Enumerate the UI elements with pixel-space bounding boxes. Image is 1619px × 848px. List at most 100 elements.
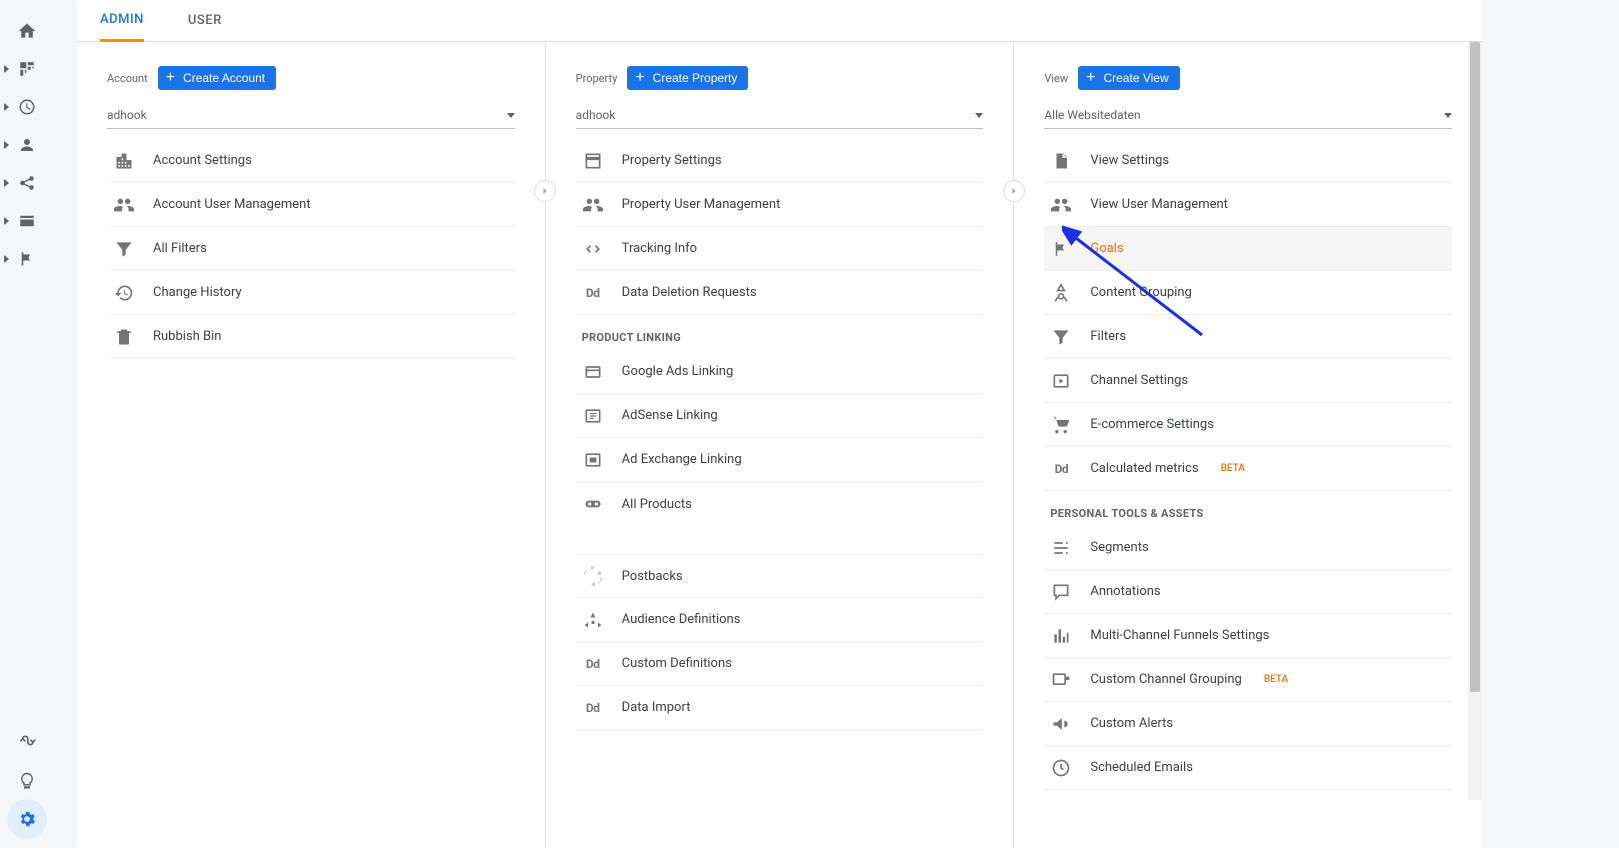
item-custom-channel-grouping[interactable]: Custom Channel Grouping BETA <box>1044 658 1452 702</box>
item-ad-exchange[interactable]: Ad Exchange Linking <box>576 438 984 482</box>
transfer-arrow-2[interactable] <box>1003 180 1025 202</box>
nav-discover[interactable] <box>0 762 53 800</box>
property-selector[interactable]: adhook <box>576 102 984 129</box>
tab-admin[interactable]: ADMIN <box>100 1 144 42</box>
create-view-button[interactable]: + Create View <box>1078 66 1180 90</box>
share-icon <box>18 174 36 192</box>
item-label: Annotations <box>1090 584 1160 599</box>
view-selector[interactable]: Alle Websitedaten <box>1044 102 1452 129</box>
attribution-icon <box>17 733 37 753</box>
item-goals[interactable]: Goals <box>1044 227 1452 271</box>
item-content-grouping[interactable]: Content Grouping <box>1044 271 1452 315</box>
item-all-products[interactable]: All Products <box>576 482 984 526</box>
item-view-settings[interactable]: View Settings <box>1044 139 1452 183</box>
item-account-settings[interactable]: Account Settings <box>107 139 515 183</box>
nav-realtime[interactable] <box>0 88 53 126</box>
scrollbar[interactable] <box>1468 42 1482 800</box>
arrow-right-icon <box>539 185 551 197</box>
item-google-ads[interactable]: Google Ads Linking <box>576 350 984 394</box>
item-scheduled-emails[interactable]: Scheduled Emails <box>1044 746 1452 790</box>
item-audience-def[interactable]: Audience Definitions <box>576 598 984 642</box>
nav-acquisition[interactable] <box>0 164 53 202</box>
item-label: Data Deletion Requests <box>622 285 757 300</box>
view-selector-value: Alle Websitedaten <box>1044 108 1140 122</box>
item-label: Postbacks <box>622 569 683 584</box>
create-account-button[interactable]: + Create Account <box>158 66 276 90</box>
dashboard-icon <box>18 60 36 78</box>
item-change-history[interactable]: Change History <box>107 271 515 315</box>
people-icon <box>1050 194 1072 216</box>
nav-audience[interactable] <box>0 126 53 164</box>
item-label: AdSense Linking <box>622 408 718 423</box>
item-label: Content Grouping <box>1090 285 1192 300</box>
main-panel: ADMIN USER Account + Create Account adho… <box>77 0 1482 848</box>
item-custom-alerts[interactable]: Custom Alerts <box>1044 702 1452 746</box>
item-tracking-info[interactable]: Tracking Info <box>576 227 984 271</box>
filter-icon <box>113 238 135 260</box>
item-annotations[interactable]: Annotations <box>1044 570 1452 614</box>
postbacks-icon <box>582 565 604 587</box>
code-icon <box>582 238 604 260</box>
col-label-view: View <box>1044 72 1068 85</box>
item-label: Scheduled Emails <box>1090 760 1193 775</box>
item-property-settings[interactable]: Property Settings <box>576 139 984 183</box>
people-icon <box>113 194 135 216</box>
item-ecommerce[interactable]: E-commerce Settings <box>1044 403 1452 447</box>
item-property-user[interactable]: Property User Management <box>576 183 984 227</box>
dd-icon: Dd <box>1050 458 1072 480</box>
item-rubbish-bin[interactable]: Rubbish Bin <box>107 315 515 359</box>
account-selector[interactable]: adhook <box>107 102 515 129</box>
nav-behavior[interactable] <box>0 202 53 240</box>
nav-attribution[interactable] <box>0 724 53 762</box>
item-segments[interactable]: Segments <box>1044 526 1452 570</box>
page-icon <box>582 150 604 172</box>
caret-down-icon <box>507 113 515 118</box>
item-label: Change History <box>153 285 242 300</box>
item-channel-settings[interactable]: Channel Settings <box>1044 359 1452 403</box>
item-data-deletion[interactable]: Dd Data Deletion Requests <box>576 271 984 315</box>
nav-admin[interactable] <box>0 800 53 838</box>
item-label: Rubbish Bin <box>153 329 221 344</box>
history-icon <box>113 282 135 304</box>
nav-home[interactable] <box>0 12 53 50</box>
nav-conversions[interactable] <box>0 240 53 278</box>
item-label: Custom Alerts <box>1090 716 1173 731</box>
item-mcf[interactable]: Multi-Channel Funnels Settings <box>1044 614 1452 658</box>
filter-icon <box>1050 326 1072 348</box>
item-label: All Products <box>622 497 692 512</box>
item-postbacks[interactable]: Postbacks <box>576 554 984 598</box>
item-filters[interactable]: Filters <box>1044 315 1452 359</box>
item-all-filters[interactable]: All Filters <box>107 227 515 271</box>
create-property-button[interactable]: + Create Property <box>627 66 748 90</box>
tab-user[interactable]: USER <box>188 0 222 41</box>
megaphone-icon <box>1050 713 1072 735</box>
clock-icon <box>18 98 36 116</box>
item-custom-def[interactable]: Dd Custom Definitions <box>576 642 984 686</box>
item-label: Ad Exchange Linking <box>622 452 742 467</box>
beta-badge: BETA <box>1264 674 1288 685</box>
people-icon <box>582 194 604 216</box>
item-label: Google Ads Linking <box>622 364 734 379</box>
item-label: Audience Definitions <box>622 612 741 627</box>
item-data-import[interactable]: Dd Data Import <box>576 686 984 730</box>
item-label: View Settings <box>1090 153 1169 168</box>
dd-icon: Dd <box>582 653 604 675</box>
personal-tools-title: PERSONAL TOOLS & ASSETS <box>1044 491 1452 526</box>
cart-icon <box>1050 414 1072 436</box>
item-account-user[interactable]: Account User Management <box>107 183 515 227</box>
grouping-icon <box>1050 282 1072 304</box>
col-label-account: Account <box>107 72 148 85</box>
building-icon <box>113 150 135 172</box>
item-adsense[interactable]: AdSense Linking <box>576 394 984 438</box>
item-view-user[interactable]: View User Management <box>1044 183 1452 227</box>
scrollbar-thumb[interactable] <box>1470 42 1480 692</box>
plus-icon: + <box>166 72 175 84</box>
item-calculated-metrics[interactable]: Dd Calculated metrics BETA <box>1044 447 1452 491</box>
property-selector-value: adhook <box>576 108 616 122</box>
adsense-icon <box>582 405 604 427</box>
product-linking-title: PRODUCT LINKING <box>576 315 984 350</box>
nav-customization[interactable] <box>0 50 53 88</box>
item-label: Multi-Channel Funnels Settings <box>1090 628 1269 643</box>
audience-icon <box>582 609 604 631</box>
channel-group-icon <box>1050 669 1072 691</box>
